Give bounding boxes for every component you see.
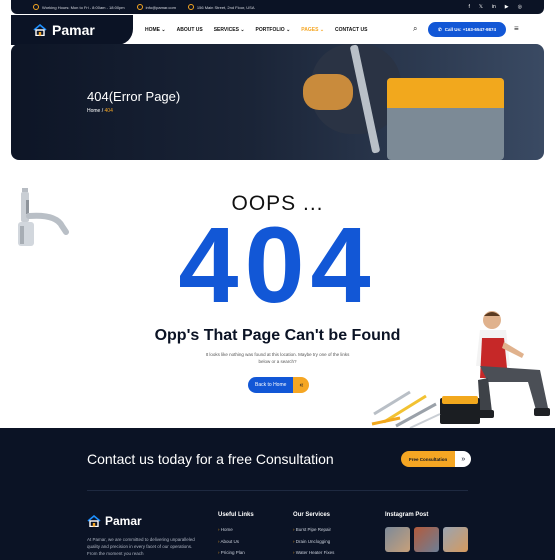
instagram-thumbnail[interactable] xyxy=(385,527,410,552)
instagram-thumbnail[interactable] xyxy=(443,527,468,552)
chevron-down-icon: ⌄ xyxy=(240,27,245,33)
logo[interactable]: Pamar xyxy=(11,15,133,45)
nav-pages[interactable]: PAGES ⌄ xyxy=(301,27,324,33)
site-footer: Contact us today for a free Consultation… xyxy=(0,428,555,560)
clock-icon xyxy=(33,4,39,10)
working-hours: Working Hours: Mon to Fri - 8:00am - 18:… xyxy=(33,4,125,10)
page-title: 404(Error Page) xyxy=(87,89,181,104)
nav-contact-label: CONTACT US xyxy=(335,27,368,33)
page-banner: 404(Error Page) Home / 404 xyxy=(11,44,544,160)
youtube-icon[interactable]: ▶ xyxy=(505,4,509,10)
footer-service-burst-pipe[interactable]: Burst Pipe Repair xyxy=(293,527,334,532)
nav-services[interactable]: SERVICES ⌄ xyxy=(214,27,245,33)
back-to-home-button[interactable]: Back to Home « xyxy=(248,377,310,393)
nav-contact[interactable]: CONTACT US xyxy=(335,27,367,33)
nav-pages-label: PAGES xyxy=(301,27,319,33)
footer-link-pricing[interactable]: Pricing Plan xyxy=(218,550,254,555)
call-us-label: Call Us: +163-6547-9874 xyxy=(444,27,496,32)
working-hours-text: Working Hours: Mon to Fri - 8:00am - 18:… xyxy=(42,4,125,10)
instagram-thumbnail[interactable] xyxy=(414,527,439,552)
footer-service-drain[interactable]: Drain Unclogging xyxy=(293,539,334,544)
main-header: Pamar HOME ⌄ ABOUT US SERVICES ⌄ PORTFOL… xyxy=(11,15,544,45)
location-icon xyxy=(187,4,194,10)
chevron-down-icon: ⌄ xyxy=(319,27,325,33)
x-twitter-icon[interactable]: 𝕏 xyxy=(479,4,483,10)
house-logo-icon xyxy=(87,515,101,527)
social-links: f 𝕏 in ▶ ◎ xyxy=(468,4,522,10)
banner-image-glove xyxy=(303,74,353,110)
linkedin-icon[interactable]: in xyxy=(492,4,496,10)
breadcrumb-home[interactable]: Home xyxy=(87,108,100,114)
chevron-down-icon: ⌄ xyxy=(286,27,291,33)
address-info: 156 Main Street, 2nd Floor, USA xyxy=(187,4,255,10)
footer-link-home[interactable]: Home xyxy=(218,527,254,532)
house-logo-icon xyxy=(33,24,47,36)
mail-icon xyxy=(136,4,143,10)
phone-icon: ✆ xyxy=(438,26,442,32)
back-to-home-label: Back to Home xyxy=(248,377,294,393)
useful-links-column: Useful Links Home About Us Pricing Plan xyxy=(218,512,254,560)
useful-links-heading: Useful Links xyxy=(218,512,254,518)
tools-image xyxy=(371,390,480,428)
nav-portfolio-label: PORTFOLIO xyxy=(255,27,285,33)
free-consultation-label: Free Consultation xyxy=(401,451,456,467)
facebook-icon[interactable]: f xyxy=(468,4,469,10)
instagram-grid xyxy=(385,527,468,552)
double-chevron-left-icon: « xyxy=(293,377,310,393)
footer-logo-text: Pamar xyxy=(105,514,142,528)
nav-home[interactable]: HOME ⌄ xyxy=(145,27,166,33)
address-text: 156 Main Street, 2nd Floor, USA xyxy=(196,4,255,10)
double-chevron-right-icon: » xyxy=(455,451,472,467)
services-column: Our Services Burst Pipe Repair Drain Unc… xyxy=(293,512,334,560)
services-heading: Our Services xyxy=(293,512,331,518)
breadcrumb-current: 404 xyxy=(104,108,113,114)
nav-home-label: HOME xyxy=(145,27,160,33)
page: Working Hours: Mon to Fri - 8:00am - 18:… xyxy=(0,0,555,560)
nav-services-label: SERVICES xyxy=(213,27,239,33)
footer-link-about[interactable]: About Us xyxy=(218,539,254,544)
nav-portfolio[interactable]: PORTFOLIO ⌄ xyxy=(256,27,291,33)
banner-image-toolbox-lid xyxy=(387,78,504,108)
nav-about[interactable]: ABOUT US xyxy=(177,27,203,33)
free-consultation-button[interactable]: Free Consultation » xyxy=(401,451,472,467)
email-info[interactable]: info@pamar.com xyxy=(136,4,176,10)
footer-divider xyxy=(87,490,468,491)
chevron-down-icon: ⌄ xyxy=(161,27,166,33)
menu-icon[interactable]: ≡ xyxy=(514,24,519,33)
logo-text: Pamar xyxy=(52,22,95,38)
footer-logo[interactable]: Pamar xyxy=(87,514,142,528)
footer-service-water-heater[interactable]: Water Heater Fixes xyxy=(293,550,335,555)
search-icon[interactable]: ⌕ xyxy=(413,24,417,34)
breadcrumb: Home / 404 xyxy=(87,108,113,114)
call-us-button[interactable]: ✆ Call Us: +163-6547-9874 xyxy=(428,22,506,37)
instagram-column: Instagram Post xyxy=(385,512,468,552)
consultation-cta-text: Contact us today for a free Consultation xyxy=(87,451,334,467)
error-code: 404 xyxy=(178,204,377,325)
footer-about-text: At Pamar, we are committed to delivering… xyxy=(87,537,195,556)
nav-about-label: ABOUT US xyxy=(176,27,203,33)
instagram-heading: Instagram Post xyxy=(385,512,429,518)
top-info-bar: Working Hours: Mon to Fri - 8:00am - 18:… xyxy=(11,0,544,14)
email-text[interactable]: info@pamar.com xyxy=(146,5,176,10)
instagram-icon[interactable]: ◎ xyxy=(518,4,522,10)
primary-nav: HOME ⌄ ABOUT US SERVICES ⌄ PORTFOLIO ⌄ P… xyxy=(145,15,367,45)
not-found-description: It looks like nothing was found at this … xyxy=(205,352,350,364)
